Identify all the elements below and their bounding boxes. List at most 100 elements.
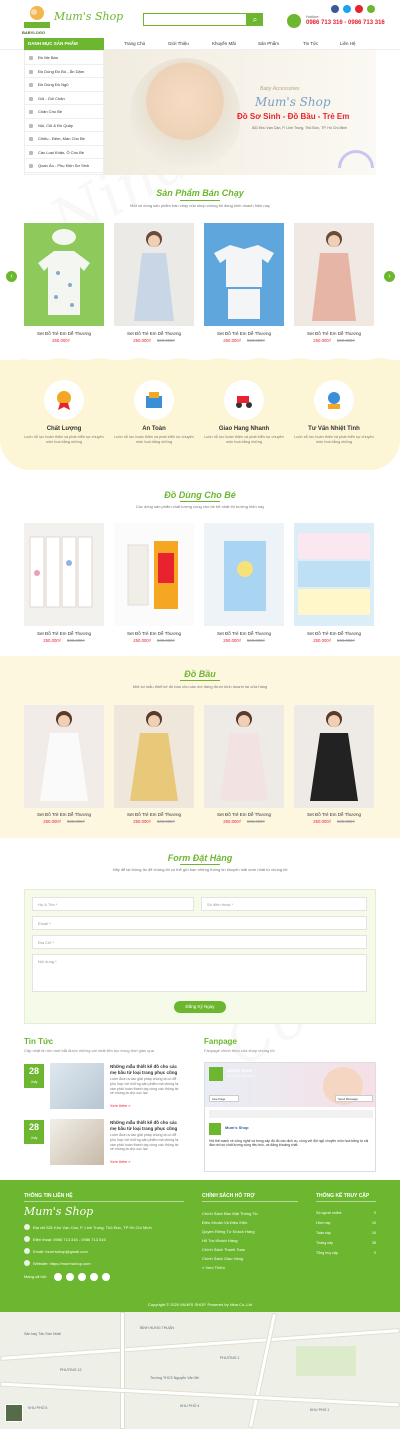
- sale-price: 250.000₫: [43, 819, 61, 824]
- instagram-icon[interactable]: [102, 1273, 110, 1281]
- sale-price: 250.000₫: [133, 638, 151, 643]
- news-thumbnail[interactable]: [50, 1119, 104, 1165]
- email-field[interactable]: Email *: [32, 916, 367, 930]
- support-link[interactable]: Chính Sách Giao Hàng: [202, 1256, 243, 1261]
- nav-contact[interactable]: Liên Hệ: [340, 41, 356, 46]
- news-thumbnail[interactable]: [50, 1063, 104, 1109]
- product-image[interactable]: [294, 223, 374, 326]
- support-link[interactable]: Điều Khoản Và Điều Kiện: [202, 1220, 247, 1225]
- sidebar-item[interactable]: Nôi, Cũi & Đồ Quây: [25, 119, 105, 132]
- support-link[interactable]: Chính Sách Bảo Mật Thông Tin: [202, 1211, 258, 1216]
- page-name: MUM'S SHOP: [227, 1068, 253, 1073]
- nav-promotions[interactable]: Khuyến Mãi: [212, 41, 236, 46]
- maternity-subtitle: Một số mẫu thiết kế đồ bầu cho các mẹ đa…: [132, 684, 268, 689]
- product-name[interactable]: Set Đồ Trẻ Em Dễ Thương: [204, 812, 284, 817]
- nav-products[interactable]: Sản Phẩm: [258, 41, 279, 46]
- stat-row: Tháng này 35: [316, 1241, 376, 1245]
- nav-news[interactable]: Tin Tức: [303, 41, 318, 46]
- send-message-button[interactable]: Send Message: [335, 1095, 373, 1102]
- sidebar-item[interactable]: Quần Áo - Phụ Kiện Sơ Sinh: [25, 159, 105, 173]
- google-icon[interactable]: [367, 5, 375, 13]
- sidebar-item[interactable]: Chiếu - Đệm, Màn Cho Bé: [25, 132, 105, 146]
- nav-about[interactable]: Giới Thiệu: [168, 41, 189, 46]
- product-price: 250.000₫ 500.000₫: [204, 338, 284, 343]
- read-more-link[interactable]: Xem thêm »: [110, 1104, 130, 1108]
- sidebar-item[interactable]: Gối - Gối Chặn: [25, 92, 105, 105]
- product-image[interactable]: [114, 523, 194, 626]
- product-image[interactable]: [114, 705, 194, 808]
- see-more-link[interactable]: » Xem Thêm: [202, 1265, 225, 1270]
- support-link[interactable]: Chính Sách Thanh Toán: [202, 1247, 245, 1252]
- post-author[interactable]: Mum's Shop: [225, 1125, 249, 1130]
- news-subtitle: Cập nhật tin tức mới bắt được những cái …: [24, 1048, 154, 1053]
- product-name[interactable]: Set Đồ Trẻ Em Dễ Thương: [114, 812, 194, 817]
- product-image[interactable]: [24, 705, 104, 808]
- content-field[interactable]: Nội dung *: [32, 954, 367, 992]
- sidebar-item[interactable]: Đồ Dùng Đồ Ngủ: [25, 78, 105, 92]
- youtube-icon[interactable]: [355, 5, 363, 13]
- search-input[interactable]: [143, 13, 247, 26]
- sidebar-item[interactable]: Đồ Mẹ Bầu: [25, 51, 105, 65]
- name-field[interactable]: Họ & Tên *: [32, 897, 194, 911]
- location-icon: [24, 1224, 30, 1230]
- sidebar-item[interactable]: Đồ Dùng Đồ Bú - Ăn Dặm: [25, 65, 105, 78]
- product-image[interactable]: [204, 223, 284, 326]
- product-name[interactable]: Set Đồ Trẻ Em Dễ Thương: [294, 631, 374, 636]
- hotline-number: 0986 713 316 - 0986 713 316: [306, 20, 385, 26]
- order-form-subtitle: Hãy để lại thông tin để chúng tôi có thể…: [112, 867, 288, 872]
- satellite-toggle[interactable]: [5, 1404, 23, 1422]
- date-day: 28: [28, 1122, 39, 1132]
- sale-price: 250.000₫: [43, 638, 61, 643]
- product-name[interactable]: Set Đồ Trẻ Em Dễ Thương: [24, 812, 104, 817]
- facebook-icon[interactable]: [54, 1273, 62, 1281]
- product-name[interactable]: Set Đồ Trẻ Em Dễ Thương: [24, 631, 104, 636]
- banner-address: 831 Khu Vạn Cần, P. Linh Trung, Thủ Đức,…: [252, 126, 348, 130]
- product-name[interactable]: Set Đồ Trẻ Em Dễ Thương: [114, 631, 194, 636]
- like-page-button[interactable]: Like Page: [209, 1095, 239, 1102]
- product-name[interactable]: Set Đồ Trẻ Em Dễ Thương: [114, 331, 194, 336]
- product-image[interactable]: [24, 523, 104, 626]
- banner-subtitle: Baby Accessories: [260, 86, 300, 92]
- prev-arrow[interactable]: ‹: [6, 271, 17, 282]
- product-image[interactable]: [294, 523, 374, 626]
- product-image[interactable]: [204, 523, 284, 626]
- stat-value: 35: [372, 1241, 376, 1245]
- product-name[interactable]: Set Đồ Trẻ Em Dễ Thương: [294, 812, 374, 817]
- header: BABYLOGO Mum's Shop ⌕ Hotline: 0986 713 …: [0, 0, 400, 36]
- youtube-icon[interactable]: [90, 1273, 98, 1281]
- feature-desc: Luôn nỗ lực hoàn thiện và phát triển sự …: [24, 435, 104, 444]
- support-link[interactable]: Hỗ Trợ Khách Hàng: [202, 1238, 238, 1243]
- news-headline[interactable]: Những mẫu thiết kế đồ cho các mẹ bầu từ …: [110, 1064, 182, 1075]
- phone-field[interactable]: Số điện thoại *: [201, 897, 367, 911]
- next-arrow[interactable]: ›: [384, 271, 395, 282]
- product-image[interactable]: [24, 223, 104, 326]
- news-headline[interactable]: Những mẫu thiết kế đồ cho các mẹ bầu từ …: [110, 1120, 182, 1131]
- nav-home[interactable]: Trang Chủ: [124, 41, 145, 46]
- product-name[interactable]: Set Đồ Trẻ Em Dễ Thương: [294, 331, 374, 336]
- support-link[interactable]: Quyền Riêng Tư Khách Hàng: [202, 1229, 255, 1234]
- read-more-link[interactable]: Xem thêm »: [110, 1160, 130, 1164]
- brand-name: Mum's Shop: [54, 10, 124, 23]
- facebook-widget[interactable]: MUM'S SHOP 22 Thông 7 lúc 5:19 Like Page…: [204, 1062, 376, 1172]
- product-name[interactable]: Set Đồ Trẻ Em Dễ Thương: [24, 331, 104, 336]
- old-price: 500.000₫: [247, 819, 265, 824]
- sidebar-item[interactable]: Các Loại Khăn, Ô Cho Bé: [25, 146, 105, 159]
- search-button[interactable]: ⌕: [247, 13, 263, 26]
- product-name[interactable]: Set Đồ Trẻ Em Dễ Thương: [204, 331, 284, 336]
- support-icon: [328, 392, 340, 409]
- google-icon[interactable]: [78, 1273, 86, 1281]
- category-menu-title[interactable]: DANH MỤC SẢN PHẨM: [24, 38, 104, 50]
- feature-title: Tư Vấn Nhiệt Tình: [308, 426, 360, 432]
- twitter-icon[interactable]: [343, 5, 351, 13]
- address-field[interactable]: Địa Chỉ *: [32, 935, 367, 949]
- product-name[interactable]: Set Đồ Trẻ Em Dễ Thương: [204, 631, 284, 636]
- facebook-icon[interactable]: [331, 5, 339, 13]
- sidebar-item[interactable]: Chăn Cho Bé: [25, 105, 105, 119]
- map[interactable]: BÌNH HƯNG THUẬN PHƯỜNG 1 PHƯỜNG 12 KHU P…: [0, 1312, 400, 1429]
- product-image[interactable]: [114, 223, 194, 326]
- submit-button[interactable]: Đăng Ký Ngay: [174, 1001, 226, 1013]
- product-image[interactable]: [294, 705, 374, 808]
- twitter-icon[interactable]: [66, 1273, 74, 1281]
- logo[interactable]: [22, 4, 52, 30]
- product-image[interactable]: [204, 705, 284, 808]
